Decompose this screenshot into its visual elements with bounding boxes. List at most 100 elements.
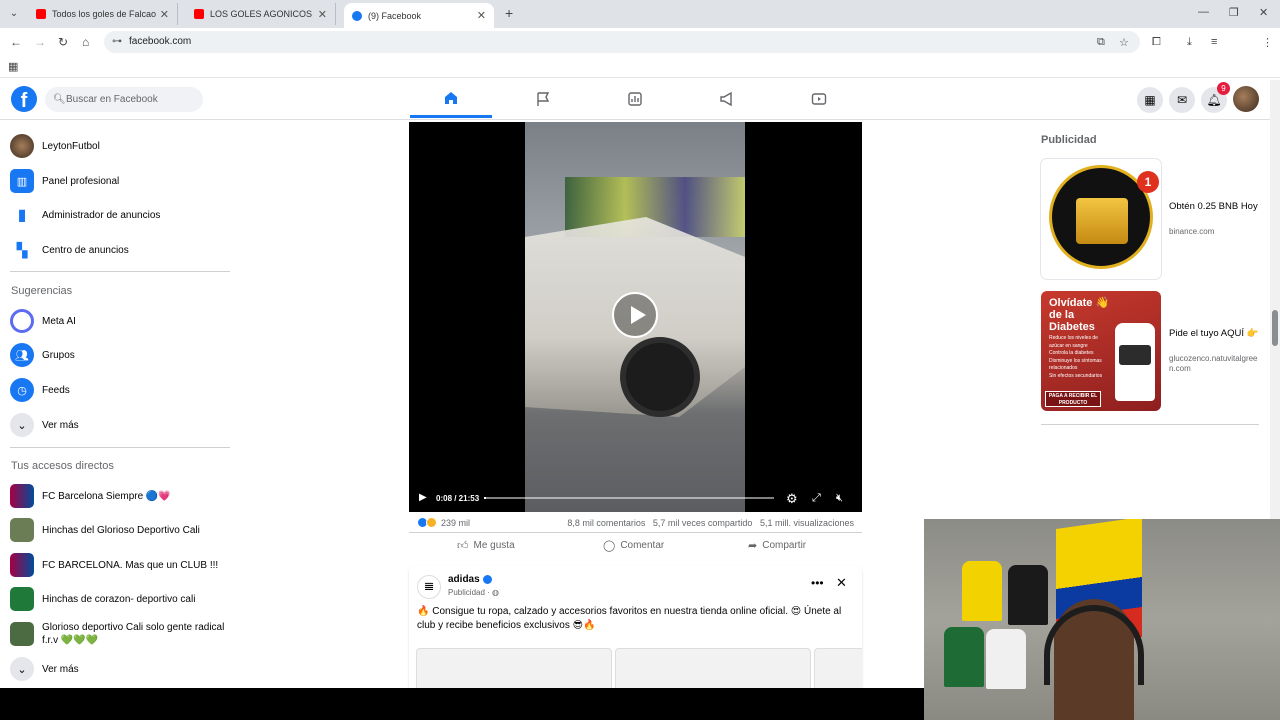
fullscreen-icon[interactable]: ⤢	[812, 492, 821, 505]
mute-icon[interactable]: 🔇︎	[836, 492, 843, 505]
menu-grid-button[interactable]: ▦	[1137, 87, 1163, 113]
messenger-button[interactable]: ✉	[1169, 87, 1195, 113]
close-window-icon[interactable]: ✕	[1259, 6, 1268, 19]
flag-icon	[537, 92, 550, 106]
post-author[interactable]: adidas	[448, 574, 492, 585]
ad-image[interactable]: 1	[1041, 159, 1161, 279]
tab-pages[interactable]	[502, 80, 584, 118]
browser-tab-active[interactable]: (9) Facebook ✕	[344, 3, 494, 28]
extensions-icon[interactable]: ⧠	[1152, 36, 1161, 49]
back-icon[interactable]: ←	[10, 35, 22, 49]
hide-post-icon[interactable]: ✕	[836, 575, 847, 591]
sidebar-item-profile[interactable]: LeytonFutbol	[10, 131, 230, 161]
jersey-green	[944, 627, 984, 687]
grid-icon: ▦	[1144, 93, 1156, 107]
tab-home[interactable]	[410, 80, 492, 118]
close-tab-icon[interactable]: ✕	[318, 8, 327, 21]
browser-menu-icon[interactable]: ⋮	[1262, 36, 1273, 49]
sidebar-item-ads-manager[interactable]: ▮ Administrador de anuncios	[10, 200, 230, 230]
play-icon[interactable]: ▶	[419, 492, 427, 503]
sidebar-shortcut[interactable]: Hinchas de corazon- deportivo cali	[10, 584, 230, 614]
sponsored-heading: Publicidad	[1041, 134, 1097, 146]
sidebar-see-more-shortcuts[interactable]: ⌄ Ver más	[10, 654, 230, 684]
tab-title: LOS GOLES AGONICOS MÁS EN	[210, 9, 314, 19]
reading-list-icon[interactable]: ≡	[1211, 36, 1217, 48]
close-tab-icon[interactable]: ✕	[160, 8, 169, 21]
tab-ads[interactable]	[686, 80, 768, 118]
chevron-down-icon: ⌄	[10, 657, 34, 681]
haha-reaction-icon	[426, 517, 437, 528]
reactions-summary[interactable]: 239 mil	[417, 517, 470, 528]
comment-bubble-icon: ◯	[603, 540, 616, 552]
sidebar-item-meta-ai[interactable]: Meta AI	[10, 306, 230, 336]
adidas-logo-icon[interactable]: 𝌆	[417, 575, 441, 599]
gift-box-icon: 1	[1049, 165, 1159, 269]
settings-gear-icon[interactable]: ⚙	[786, 491, 798, 507]
bookmarks-bar: ▦	[0, 56, 1280, 78]
group-avatar	[10, 622, 34, 646]
facebook-search-input[interactable]: 🔍︎ Buscar en Facebook	[45, 87, 203, 112]
facebook-logo-icon[interactable]: f	[11, 86, 37, 112]
group-avatar	[10, 553, 34, 577]
post-actions: 👍︎ Me gusta ◯ Comentar ➦ Compartir	[409, 532, 862, 556]
tab-video[interactable]	[778, 80, 860, 118]
video-time: 0:08 / 21:53	[436, 494, 480, 503]
restore-icon[interactable]: ❐	[1229, 6, 1239, 19]
ad-url: binance.com	[1169, 227, 1215, 236]
sidebar-item-groups[interactable]: 👥︎ Grupos	[10, 340, 230, 370]
sidebar-item-panel-profesional[interactable]: ▥ Panel profesional	[10, 166, 230, 196]
bell-icon: 🔔︎	[1206, 93, 1222, 107]
share-button[interactable]: ➦ Compartir	[748, 539, 806, 552]
group-avatar	[10, 484, 34, 508]
like-button[interactable]: 👍︎ Me gusta	[457, 539, 515, 552]
scrollbar-thumb[interactable]	[1272, 310, 1278, 346]
bar-chart-icon: ▮	[10, 203, 34, 227]
sidebar-shortcut[interactable]: Hinchas del Glorioso Deportivo Cali	[10, 515, 230, 545]
comment-count[interactable]: 8,8 mil comentarios	[567, 518, 645, 528]
home-icon	[445, 91, 457, 104]
sidebar-shortcut[interactable]: FC BARCELONA. Mas que un CLUB !!!	[10, 550, 230, 580]
view-count: 5,1 mill. visualizaciones	[759, 518, 854, 528]
new-tab-button[interactable]: +	[505, 5, 513, 21]
home-icon[interactable]: ⌂	[82, 35, 89, 49]
sidebar-shortcut[interactable]: FC Barcelona Siempre 🔵💗	[10, 481, 230, 511]
sidebar-shortcut[interactable]: Glorioso deportivo Cali solo gente radic…	[10, 619, 230, 649]
site-info-icon[interactable]: ⊶	[112, 31, 122, 53]
ad-glucozen[interactable]: Olvídate 👋 de la Diabetes Reduce los niv…	[1041, 291, 1259, 411]
more-options-icon[interactable]: •••	[811, 576, 824, 590]
browser-tab[interactable]: LOS GOLES AGONICOS MÁS EN ✕	[186, 3, 336, 25]
feeds-icon: ◷	[10, 378, 34, 402]
minimize-icon[interactable]: —	[1198, 6, 1209, 18]
reload-icon[interactable]: ↻	[58, 35, 68, 49]
video-seek-bar[interactable]	[484, 497, 774, 499]
sidebar-item-ads-center[interactable]: ▚ Centro de anuncios	[10, 235, 230, 265]
tab-search-chevron-icon[interactable]: ⌄	[6, 6, 22, 22]
ad-bullet: Sin efectos secundarios	[1049, 372, 1103, 379]
url-input[interactable]: ⊶ facebook.com	[104, 31, 1140, 53]
youtube-favicon-icon	[194, 9, 204, 19]
bookmark-star-icon[interactable]: ☆	[1119, 36, 1129, 49]
cast-icon[interactable]: ⧉	[1097, 36, 1105, 49]
share-count[interactable]: 5,7 mil veces compartido	[653, 518, 753, 528]
sidebar-item-label: Meta AI	[42, 315, 76, 327]
sidebar-item-label: FC Barcelona Siempre 🔵💗	[42, 490, 171, 502]
close-tab-icon[interactable]: ✕	[477, 9, 486, 22]
sidebar-item-label: Feeds	[42, 384, 70, 396]
download-icon[interactable]: ⤓	[1187, 36, 1192, 49]
comment-button[interactable]: ◯ Comentar	[603, 539, 664, 552]
apps-grid-icon[interactable]: ▦	[8, 60, 18, 73]
browser-tab[interactable]: Todos los goles de Falcao en M ✕	[28, 3, 178, 25]
tab-dashboard[interactable]	[594, 80, 676, 118]
address-bar-row: ← → ↻ ⌂ ⊶ facebook.com ⧉ ☆ ⧠ ⤓ ≡ ⋮	[0, 28, 1280, 77]
forward-icon[interactable]: →	[34, 35, 46, 49]
sidebar-item-feeds[interactable]: ◷ Feeds	[10, 375, 230, 405]
sidebar-see-more-suggestions[interactable]: ⌄ Ver más	[10, 410, 230, 440]
post-counts: 8,8 mil comentarios 5,7 mil veces compar…	[567, 518, 854, 528]
ad-binance[interactable]: 1 Obtén 0.25 BNB Hoy binance.com	[1041, 159, 1259, 279]
product-label	[1119, 345, 1151, 365]
video-player[interactable]: ▶ 0:08 / 21:53 ⚙ ⤢ 🔇︎	[409, 122, 862, 512]
jersey-black	[1008, 565, 1048, 625]
ad-image[interactable]: Olvídate 👋 de la Diabetes Reduce los niv…	[1041, 291, 1161, 411]
video-play-button[interactable]	[612, 292, 658, 338]
account-avatar[interactable]	[1233, 86, 1259, 112]
